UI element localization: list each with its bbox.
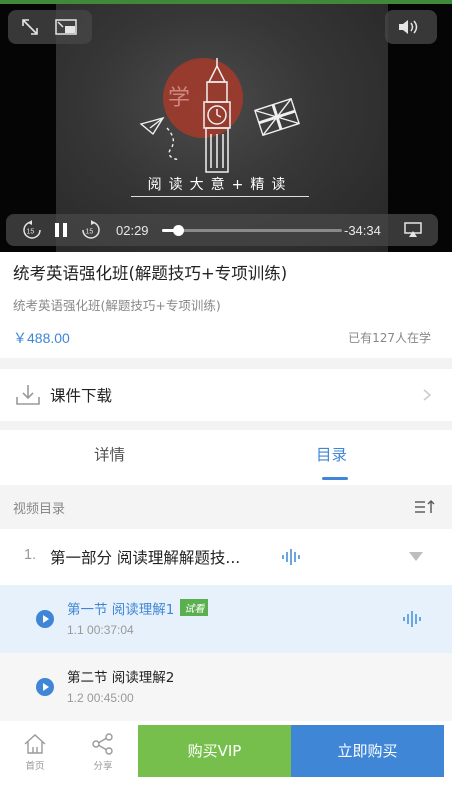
nav-share[interactable]: 分享 [80, 725, 126, 777]
svg-text:15: 15 [27, 229, 35, 236]
lesson-meta: 1.2 00:45:00 [67, 691, 134, 705]
volume-icon[interactable] [397, 18, 425, 36]
lesson-title: 第一节 阅读理解1 试看 [67, 598, 209, 618]
current-time: 02:29 [116, 223, 149, 238]
courseware-download-row[interactable]: 课件下载 [0, 369, 452, 421]
lesson-meta: 1.1 00:37:04 [67, 623, 134, 637]
home-icon [24, 734, 46, 754]
lesson-title: 第二节 阅读理解2 [67, 670, 175, 686]
svg-text:15: 15 [86, 229, 94, 236]
seek-bar-thumb[interactable] [173, 225, 185, 236]
share-icon [92, 733, 113, 755]
chevron-right-icon [423, 389, 432, 401]
buy-now-button[interactable]: 立即购买 [291, 725, 444, 777]
audio-wave-icon [282, 549, 300, 565]
learner-count: 已有127人在学 [348, 331, 431, 345]
catalog-header: 视频目录 [0, 485, 452, 529]
play-circle-icon [36, 610, 54, 628]
content-tabs: 详情 目录 [0, 430, 452, 480]
bottom-action-bar: 首页 分享 购买VIP 立即购买 [0, 725, 452, 777]
nav-home-label: 首页 [25, 761, 45, 772]
section-number: 1. [24, 547, 37, 563]
download-label: 课件下载 [50, 387, 113, 405]
course-title: 统考英语强化班(解题技巧+专项训练) [13, 264, 288, 283]
sort-icon[interactable] [414, 499, 436, 515]
airplay-icon[interactable] [404, 222, 422, 238]
section-title: 第一部分 阅读理解解题技... [50, 549, 241, 567]
seek-bar[interactable] [162, 225, 342, 236]
section-divider [0, 358, 452, 369]
catalog-header-label: 视频目录 [13, 502, 66, 517]
tab-catalog[interactable]: 目录 [316, 443, 347, 465]
course-subtitle: 统考英语强化班(解题技巧+专项训练) [13, 298, 221, 313]
download-icon [16, 385, 40, 405]
lesson-item[interactable]: 第一节 阅读理解1 试看 1.1 00:37:04 [0, 585, 452, 653]
top-left-controls [8, 10, 92, 44]
volume-control [385, 10, 437, 44]
remaining-time: -34:34 [344, 223, 381, 238]
audio-wave-icon [403, 611, 421, 627]
pip-icon[interactable] [55, 19, 77, 35]
video-player[interactable]: 学 阅读大意+精读 15 15 02:29 -34:34 [0, 0, 452, 252]
active-tab-indicator [322, 477, 348, 480]
nav-home[interactable]: 首页 [12, 725, 58, 777]
playback-controls: 15 15 02:29 -34:34 [6, 214, 438, 246]
rewind-15-icon[interactable]: 15 [22, 220, 42, 240]
lesson-item[interactable]: 第二节 阅读理解2 1.2 00:45:00 [0, 653, 452, 721]
course-price: ￥488.00 [13, 330, 70, 346]
collapse-triangle-icon[interactable] [409, 552, 423, 561]
trial-badge: 试看 [180, 599, 209, 616]
catalog-section-row[interactable]: 1. 第一部分 阅读理解解题技... [0, 530, 452, 584]
section-divider-2 [0, 421, 452, 430]
buy-vip-button[interactable]: 购买VIP [138, 725, 291, 777]
forward-15-icon[interactable]: 15 [81, 220, 101, 240]
pause-icon[interactable] [54, 222, 68, 238]
video-title-overlay: 阅读大意+精读 [131, 174, 309, 197]
nav-share-label: 分享 [93, 761, 113, 772]
tab-detail[interactable]: 详情 [94, 443, 125, 465]
fullscreen-icon[interactable] [21, 18, 39, 36]
play-circle-icon [36, 678, 54, 696]
